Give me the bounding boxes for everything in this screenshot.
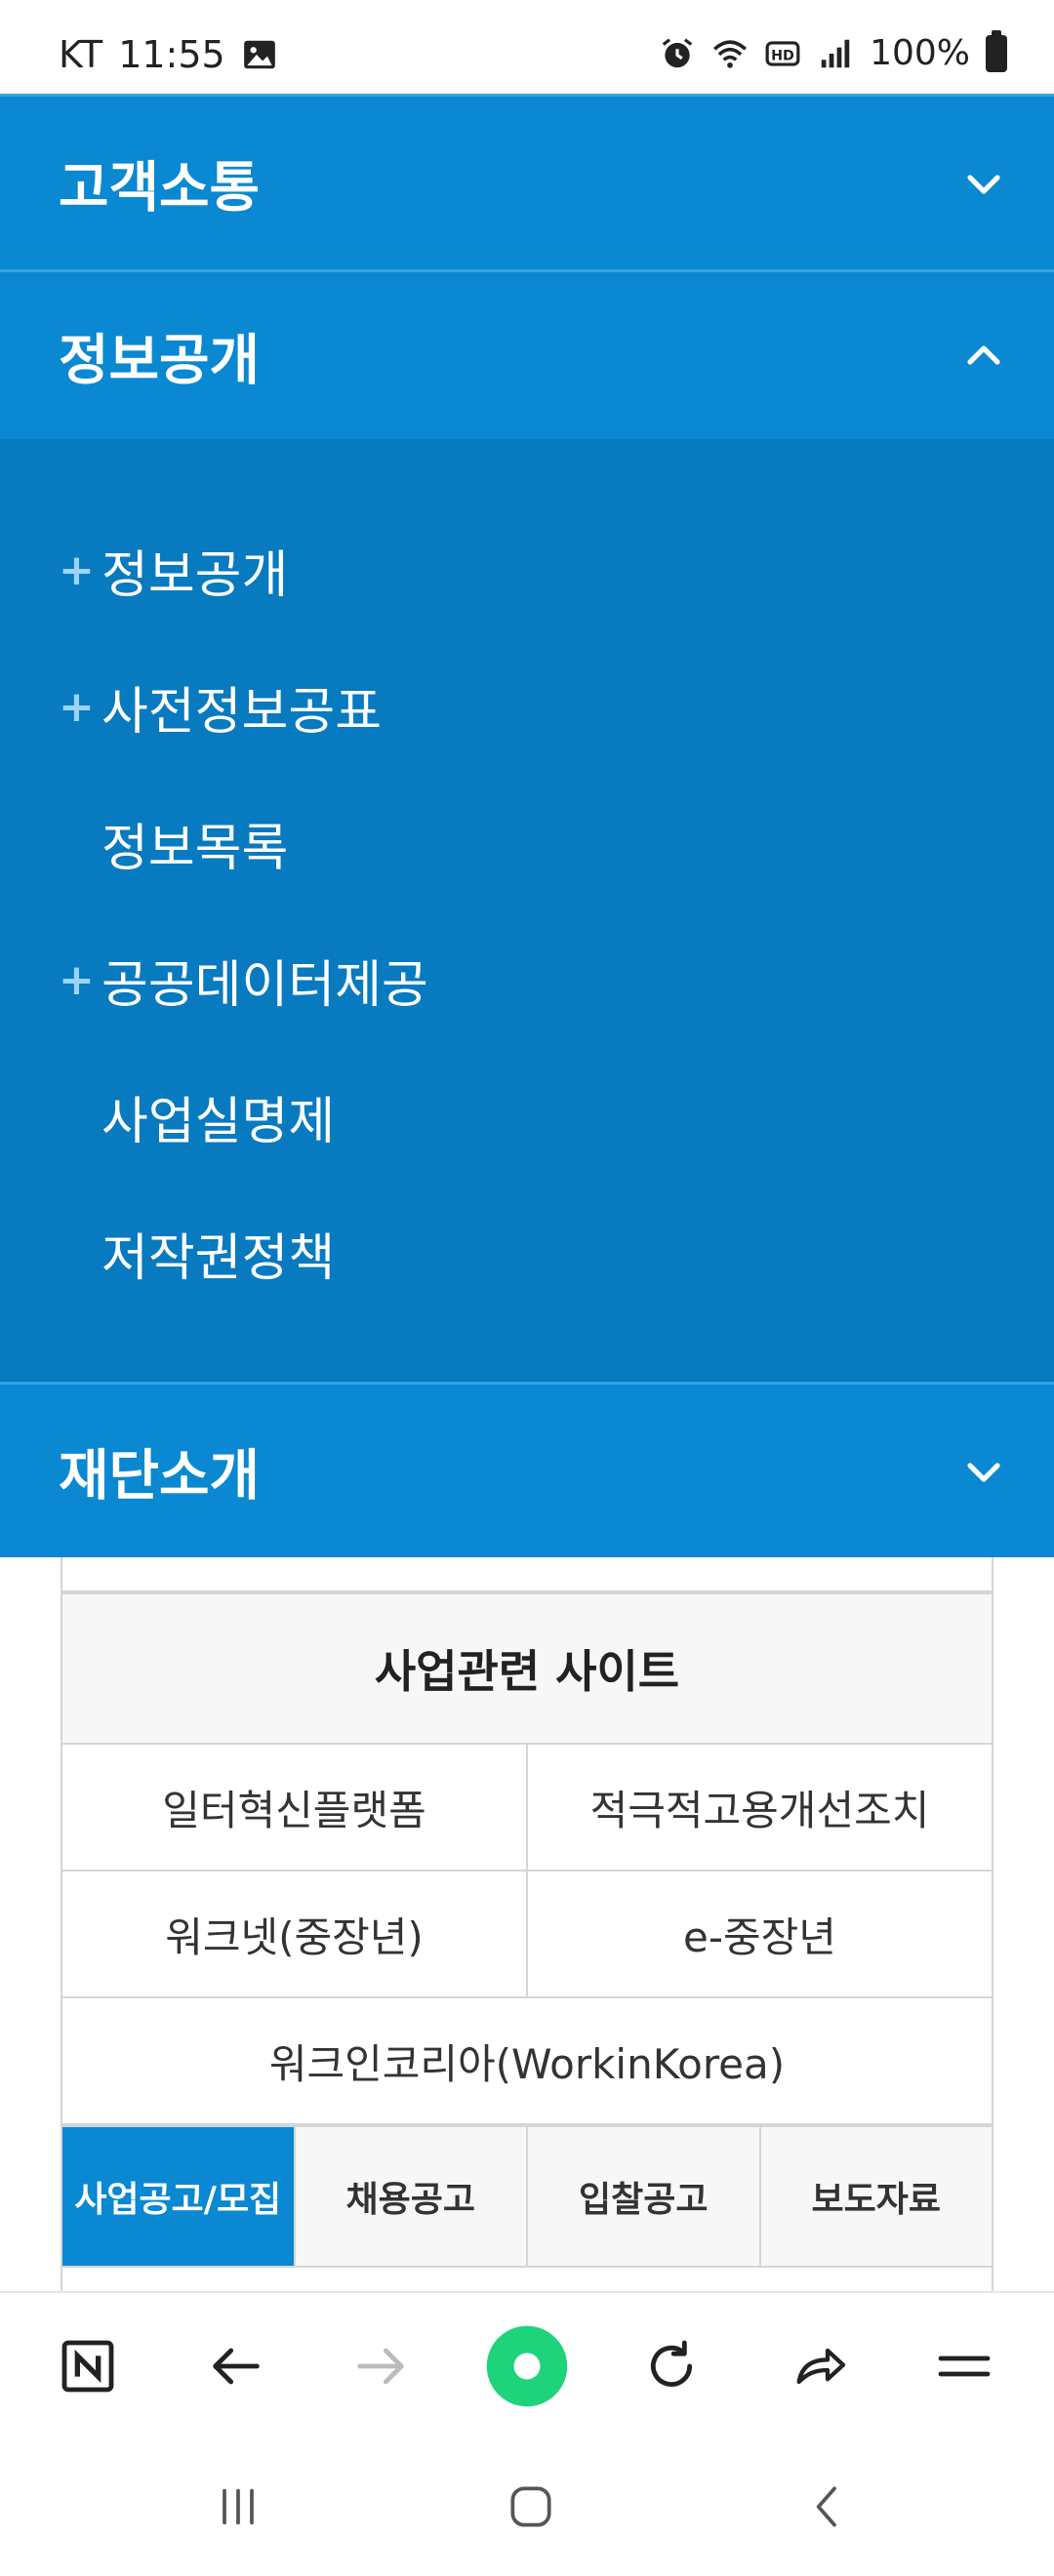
tab-business-notice[interactable]: 사업공고/모집: [62, 2127, 294, 2266]
accordion-body-info: + 정보공개 + 사전정보공표 정보목록 + 공공데이터제공 사업실명제 저작권…: [0, 439, 1054, 1382]
system-nav-bar: [0, 2437, 1054, 2576]
plus-icon: +: [59, 954, 95, 1005]
accordion-header-info[interactable]: 정보공개: [0, 269, 1054, 439]
carrier-label: KT: [59, 33, 103, 76]
notice-tabs: 사업공고/모집 채용공고 입찰공고 보도자료: [61, 2125, 993, 2268]
home-button[interactable]: [463, 2437, 599, 2576]
alarm-icon: [662, 37, 693, 67]
status-right: HD 100%: [659, 29, 1007, 73]
menu-item-copyright[interactable]: 저작권정책: [59, 1204, 335, 1302]
battery-text: 100%: [870, 33, 970, 73]
back-arrow-icon: [213, 2348, 260, 2385]
menu-item-pre-disclosure[interactable]: + 사전정보공표: [59, 658, 382, 755]
back-icon: [816, 2486, 836, 2527]
tab-bidding[interactable]: 입찰공고: [526, 2127, 759, 2266]
green-dot-icon: [486, 2325, 568, 2407]
system-back-button[interactable]: [759, 2437, 896, 2576]
hd-icon: HD: [765, 40, 800, 66]
green-dot-button[interactable]: [468, 2293, 586, 2439]
plus-icon: +: [59, 681, 95, 732]
clock: 11:55: [118, 33, 225, 76]
site-link-work-innovation[interactable]: 일터혁신플랫폼: [62, 1745, 526, 1870]
reload-button[interactable]: [613, 2293, 730, 2439]
menu-item-label: 사업실명제: [101, 1092, 336, 1151]
chevron-down-icon: [967, 1462, 1000, 1482]
reload-icon: [650, 2340, 693, 2387]
site-link-e-middle-age[interactable]: e-중장년: [526, 1872, 992, 1996]
tab-recruitment[interactable]: 채용공고: [293, 2127, 527, 2266]
chevron-down-icon: [967, 174, 1000, 194]
menu-item-public-data[interactable]: + 공공데이터제공: [59, 931, 428, 1028]
site-link-workinkorea[interactable]: 워크인코리아(WorkinKorea): [62, 1998, 992, 2123]
tab-content-area: [61, 2268, 993, 2291]
menu-item-label: 저작권정책: [101, 1228, 336, 1288]
chevron-up-icon: [967, 344, 1000, 365]
wifi-icon: [713, 39, 748, 68]
sites-row: 일터혁신플랫폼 적극적고용개선조치: [61, 1745, 993, 1872]
site-link-worknet-middle-age[interactable]: 워크넷(중장년): [62, 1872, 526, 1996]
share-icon: [796, 2348, 846, 2385]
status-bar: KT 11:55 HD 100%: [0, 0, 1054, 94]
browser-toolbar: [0, 2291, 1054, 2437]
menu-item-label: 공공데이터제공: [101, 955, 428, 1015]
sites-row: 워크인코리아(WorkinKorea): [61, 1998, 993, 2125]
menu-item-label: 정보공개: [101, 545, 289, 605]
gallery-icon: [243, 40, 275, 69]
accordion-header-customer[interactable]: 고객소통: [0, 94, 1054, 269]
naver-n-icon: [61, 2340, 114, 2393]
signal-icon: [821, 39, 850, 67]
recent-apps-button[interactable]: [170, 2437, 306, 2576]
menu-item-info-disclosure[interactable]: + 정보공개: [59, 521, 288, 619]
accordion-title: 고객소통: [59, 156, 261, 220]
tab-press-release[interactable]: 보도자료: [758, 2127, 993, 2266]
back-button[interactable]: [178, 2293, 295, 2439]
menu-item-business-name[interactable]: 사업실명제: [59, 1067, 335, 1165]
naver-home-button[interactable]: [29, 2293, 146, 2439]
menu-icon: [938, 2355, 991, 2377]
accordion-title: 재단소개: [59, 1444, 261, 1508]
status-left: KT 11:55: [59, 33, 278, 76]
home-icon: [510, 2486, 551, 2527]
forward-button[interactable]: [322, 2293, 439, 2439]
site-link-affirmative-action[interactable]: 적극적고용개선조치: [526, 1745, 992, 1870]
sites-row: 워크넷(중장년) e-중장년: [61, 1872, 993, 1998]
forward-arrow-icon: [357, 2348, 404, 2385]
menu-item-info-list[interactable]: 정보목록: [59, 794, 288, 892]
accordion-header-about[interactable]: 재단소개: [0, 1382, 1054, 1557]
recent-apps-icon: [223, 2488, 254, 2525]
plus-icon: +: [59, 544, 95, 595]
accordion-title: 정보공개: [59, 329, 261, 392]
menu-item-label: 사전정보공표: [101, 682, 383, 742]
menu-button[interactable]: [906, 2293, 1023, 2439]
share-button[interactable]: [761, 2293, 878, 2439]
related-sites-title: 사업관련 사이트: [61, 1592, 993, 1745]
svg-text:HD: HD: [771, 48, 794, 63]
section-divider: [61, 1557, 993, 1592]
menu-item-label: 정보목록: [101, 819, 289, 878]
battery-icon: [986, 29, 1007, 72]
